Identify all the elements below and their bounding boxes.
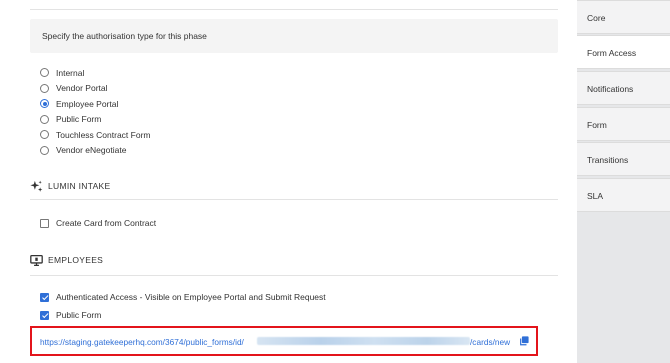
tab-label: Form Access — [587, 48, 637, 58]
authenticated-access-checkbox[interactable] — [40, 292, 49, 302]
radio-label: Internal — [56, 67, 85, 78]
radio-employee-portal[interactable]: Employee Portal — [40, 96, 150, 112]
lumin-divider — [30, 199, 558, 200]
tab-label: SLA — [587, 191, 604, 201]
auth-type-banner: Specify the authorisation type for this … — [30, 19, 558, 53]
radio-vendor-portal[interactable]: Vendor Portal — [40, 81, 150, 97]
authenticated-access-option[interactable]: Authenticated Access - Visible on Employ… — [40, 291, 326, 303]
radio-button[interactable] — [40, 99, 49, 109]
settings-sidebar: Core Form Access Notifications Form Tran… — [577, 0, 670, 363]
radio-label: Vendor Portal — [56, 83, 108, 94]
radio-button[interactable] — [40, 83, 49, 93]
section-title: LUMIN INTAKE — [48, 181, 111, 191]
radio-button[interactable] — [40, 130, 49, 140]
tab-notifications[interactable]: Notifications — [577, 71, 670, 105]
checkbox-label: Create Card from Contract — [56, 218, 157, 228]
create-card-option[interactable]: Create Card from Contract — [40, 217, 156, 229]
public-form-link[interactable]: https://staging.gatekeeperhq.com/3674/pu… — [40, 337, 244, 347]
tab-form[interactable]: Form — [577, 107, 670, 141]
section-title: EMPLOYEES — [48, 255, 104, 265]
tab-label: Notifications — [587, 84, 634, 94]
public-form-checkbox[interactable] — [40, 310, 49, 320]
checkbox-label: Public Form — [56, 310, 102, 320]
employees-header: EMPLOYEES — [30, 252, 103, 268]
tab-label: Form — [587, 120, 607, 130]
tab-form-access[interactable]: Form Access — [577, 35, 670, 69]
public-form-link-suffix[interactable]: /cards/new — [470, 337, 510, 347]
top-divider — [30, 9, 558, 10]
create-card-checkbox[interactable] — [40, 218, 49, 228]
checkbox-label: Authenticated Access - Visible on Employ… — [56, 292, 326, 302]
radio-label: Touchless Contract Form — [56, 129, 151, 140]
radio-label: Public Form — [56, 114, 102, 125]
radio-touchless-contract-form[interactable]: Touchless Contract Form — [40, 127, 150, 143]
tab-sla[interactable]: SLA — [577, 178, 670, 212]
radio-vendor-enegotiate[interactable]: Vendor eNegotiate — [40, 143, 150, 159]
radio-button[interactable] — [40, 68, 49, 78]
auth-type-prompt: Specify the authorisation type for this … — [42, 31, 207, 41]
public-form-option[interactable]: Public Form — [40, 309, 101, 321]
public-form-link-highlight: https://staging.gatekeeperhq.com/3674/pu… — [30, 326, 538, 356]
lumin-intake-header: LUMIN INTAKE — [30, 178, 110, 194]
radio-internal[interactable]: Internal — [40, 65, 150, 81]
radio-public-form[interactable]: Public Form — [40, 112, 150, 128]
radio-label: Employee Portal — [56, 98, 119, 109]
sparkle-icon — [30, 180, 43, 192]
tab-transitions[interactable]: Transitions — [577, 142, 670, 176]
radio-button[interactable] — [40, 114, 49, 124]
auth-type-radio-group: Internal Vendor Portal Employee Portal P… — [40, 65, 150, 158]
main-panel: Specify the authorisation type for this … — [0, 0, 577, 363]
monitor-icon — [30, 254, 43, 266]
radio-label: Vendor eNegotiate — [56, 145, 127, 156]
employees-divider — [30, 275, 558, 276]
copy-icon[interactable] — [519, 336, 529, 346]
tab-core[interactable]: Core — [577, 0, 670, 34]
radio-button[interactable] — [40, 145, 49, 155]
tab-label: Transitions — [587, 155, 629, 165]
redacted-form-id — [257, 337, 470, 345]
tab-label: Core — [587, 13, 606, 23]
